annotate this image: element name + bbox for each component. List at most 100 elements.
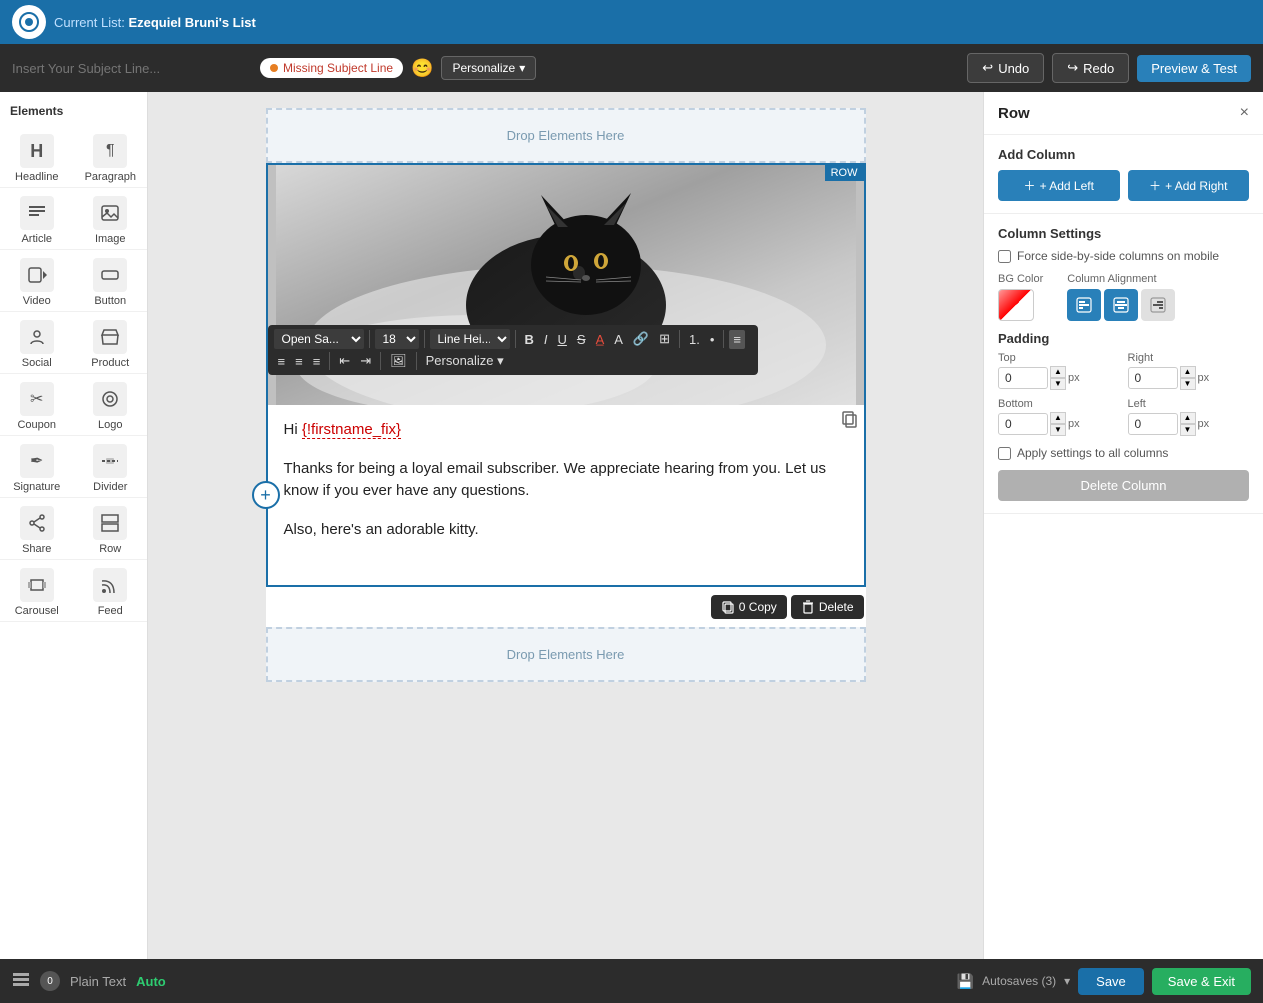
element-button[interactable]: Button — [74, 250, 148, 312]
padding-left-input[interactable] — [1128, 413, 1178, 435]
padding-right-input[interactable] — [1128, 367, 1178, 389]
padding-bottom-input[interactable] — [998, 413, 1048, 435]
preview-test-button[interactable]: Preview & Test — [1137, 55, 1251, 82]
topbar: Current List: Ezequiel Bruni's List — [0, 0, 1263, 44]
align-right-col-button[interactable] — [1141, 289, 1175, 321]
align-left-button[interactable]: ≡ — [729, 330, 745, 349]
force-mobile-row: Force side-by-side columns on mobile — [998, 249, 1249, 263]
element-social[interactable]: Social — [0, 312, 74, 374]
video-label: Video — [23, 295, 51, 307]
current-list-text: Current List: Ezequiel Bruni's List — [54, 15, 256, 30]
drop-zone-top[interactable]: Drop Elements Here — [266, 108, 866, 163]
bg-color-group: BG Color — [998, 273, 1043, 321]
column-settings-title: Column Settings — [998, 226, 1249, 241]
force-mobile-checkbox[interactable] — [998, 250, 1011, 263]
button-icon — [93, 258, 127, 292]
bold-button[interactable]: B — [521, 330, 538, 349]
image-icon — [93, 196, 127, 230]
text-editor-block[interactable]: Open Sa... 18 Line Hei... B I U — [268, 405, 864, 585]
padding-bottom-px: px — [1068, 418, 1080, 430]
font-size-select[interactable]: 18 — [375, 329, 419, 349]
delete-block-button[interactable]: Delete — [791, 595, 864, 619]
block-actions: 0 Copy Delete — [711, 595, 864, 619]
padding-right-up[interactable]: ▲ — [1180, 366, 1196, 378]
padding-right-px: px — [1198, 372, 1210, 384]
font-color-button[interactable]: A̲ — [592, 330, 609, 349]
bg-color-button[interactable]: A — [610, 330, 627, 349]
ordered-list-button[interactable]: 1. — [685, 330, 704, 349]
element-product[interactable]: Product — [74, 312, 148, 374]
personalize-text-button[interactable]: Personalize ▾ — [422, 351, 508, 371]
delete-column-button[interactable]: Delete Column — [998, 470, 1249, 501]
greeting-line[interactable]: Hi {!firstname_fix} — [284, 419, 848, 442]
padding-top-up[interactable]: ▲ — [1050, 366, 1066, 378]
align-left-col-button[interactable] — [1067, 289, 1101, 321]
padding-right-stepper: ▲ ▼ — [1180, 366, 1196, 390]
body-line-1[interactable]: Thanks for being a loyal email subscribe… — [284, 458, 848, 503]
personalize-subject-button[interactable]: Personalize ▾ — [441, 56, 536, 80]
panel-header: Row × — [984, 92, 1263, 135]
element-carousel[interactable]: Carousel — [0, 560, 74, 622]
add-column-row: ＋ + Add Left ＋ + Add Right — [998, 170, 1249, 201]
element-share[interactable]: Share — [0, 498, 74, 560]
element-image[interactable]: Image — [74, 188, 148, 250]
more-button[interactable]: ⊞ — [655, 329, 674, 349]
padding-left-field: Left ▲ ▼ px — [1128, 398, 1250, 436]
drop-zone-bottom[interactable]: Drop Elements Here — [266, 627, 866, 682]
align-right-button[interactable]: ≡ — [291, 352, 307, 371]
copy-block-button[interactable]: 0 Copy — [711, 595, 787, 619]
element-logo[interactable]: Logo — [74, 374, 148, 436]
padding-top-down[interactable]: ▼ — [1050, 378, 1066, 390]
padding-left-up[interactable]: ▲ — [1180, 412, 1196, 424]
logo-icon — [93, 382, 127, 416]
add-left-button[interactable]: ＋ + Add Left — [998, 170, 1120, 201]
save-button[interactable]: Save — [1078, 968, 1144, 995]
italic-button[interactable]: I — [540, 330, 552, 349]
padding-bottom-down[interactable]: ▼ — [1050, 424, 1066, 436]
font-family-select[interactable]: Open Sa... — [274, 329, 364, 349]
redo-button[interactable]: ↪ Redo — [1052, 53, 1129, 83]
padding-top-stepper: ▲ ▼ — [1050, 366, 1066, 390]
strikethrough-button[interactable]: S — [573, 330, 590, 349]
align-justify-button[interactable]: ≡ — [309, 352, 325, 371]
underline-button[interactable]: U — [554, 330, 571, 349]
body-line-2[interactable]: Also, here's an adorable kitty. — [284, 519, 848, 542]
save-exit-button[interactable]: Save & Exit — [1152, 968, 1251, 995]
add-right-button[interactable]: ＋ + Add Right — [1128, 170, 1250, 201]
panel-close-button[interactable]: × — [1240, 104, 1249, 122]
element-divider[interactable]: Divider — [74, 436, 148, 498]
copy-icon-small[interactable] — [836, 405, 864, 438]
element-paragraph[interactable]: ¶ Paragraph — [74, 126, 148, 188]
element-headline[interactable]: H Headline — [0, 126, 74, 188]
apply-all-checkbox[interactable] — [998, 447, 1011, 460]
padding-left-down[interactable]: ▼ — [1180, 424, 1196, 436]
bg-color-swatch[interactable] — [998, 289, 1034, 321]
line-height-select[interactable]: Line Hei... — [430, 329, 510, 349]
element-row[interactable]: Row — [74, 498, 148, 560]
add-element-button[interactable]: + — [252, 481, 280, 509]
indent-right-button[interactable]: ⇥ — [356, 351, 375, 371]
element-signature[interactable]: ✒ Signature — [0, 436, 74, 498]
indent-left-button[interactable]: ⇤ — [335, 351, 354, 371]
element-video[interactable]: Video — [0, 250, 74, 312]
row-block[interactable]: ROW — [266, 163, 866, 587]
subject-input[interactable] — [12, 61, 252, 76]
padding-bottom-up[interactable]: ▲ — [1050, 412, 1066, 424]
article-label: Article — [21, 233, 52, 245]
image-insert-button[interactable]: 🖼 — [386, 351, 411, 371]
bullet-list-button[interactable]: • — [706, 330, 719, 349]
element-article[interactable]: Article — [0, 188, 74, 250]
emoji-button[interactable]: 😊 — [411, 58, 433, 79]
text-content[interactable]: Hi {!firstname_fix} Thanks for being a l… — [268, 405, 864, 585]
link-button[interactable]: 🔗 — [629, 329, 653, 349]
email-canvas: Drop Elements Here ROW — [266, 108, 866, 682]
padding-right-down[interactable]: ▼ — [1180, 378, 1196, 390]
element-feed[interactable]: Feed — [74, 560, 148, 622]
plain-text-auto-label[interactable]: Auto — [136, 974, 166, 989]
padding-top-input[interactable] — [998, 367, 1048, 389]
element-coupon[interactable]: ✂ Coupon — [0, 374, 74, 436]
align-center-col-button[interactable] — [1104, 289, 1138, 321]
undo-button[interactable]: ↩ Undo — [967, 53, 1044, 83]
canvas-area: Drop Elements Here ROW — [148, 92, 983, 959]
align-center-button[interactable]: ≡ — [274, 352, 290, 371]
